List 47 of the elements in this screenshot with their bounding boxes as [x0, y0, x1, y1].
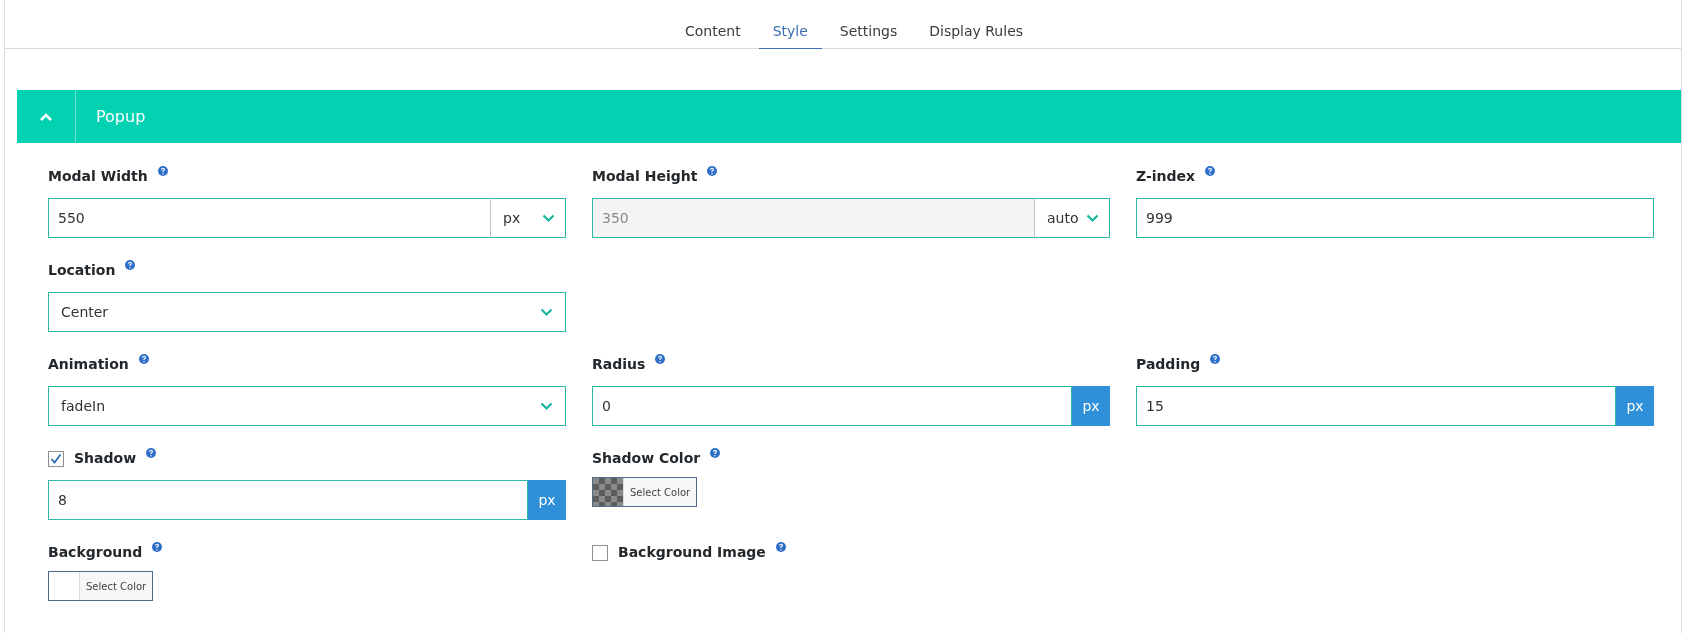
- help-icon[interactable]: [157, 166, 168, 176]
- field-label: Background Image: [618, 544, 766, 560]
- field-label: Shadow Color: [592, 450, 701, 466]
- number-field[interactable]: 550: [48, 198, 491, 238]
- help-icon[interactable]: [152, 542, 163, 552]
- help-icon[interactable]: [775, 542, 786, 552]
- dropdown[interactable]: Center: [48, 292, 566, 332]
- unit-addon: px: [528, 480, 566, 520]
- color-picker-button[interactable]: Select Color: [48, 571, 154, 601]
- unit-dropdown[interactable]: px: [490, 198, 566, 238]
- tab[interactable]: Style: [758, 23, 822, 49]
- checkbox[interactable]: [592, 545, 608, 561]
- help-icon[interactable]: [1205, 166, 1216, 176]
- number-field[interactable]: 8: [48, 480, 528, 520]
- chevron-icon: [542, 213, 555, 223]
- chevron-icon: [540, 401, 553, 411]
- field-label: Padding: [1136, 356, 1201, 372]
- tab[interactable]: Settings: [825, 23, 912, 49]
- color-picker-button[interactable]: Select Color: [592, 477, 698, 507]
- tab[interactable]: Content: [670, 23, 755, 49]
- help-icon[interactable]: [125, 260, 136, 270]
- number-field[interactable]: 999: [1136, 198, 1654, 238]
- field-label: Z-index: [1136, 168, 1196, 184]
- number-field[interactable]: 15: [1136, 386, 1616, 426]
- field-label: Location: [48, 262, 116, 278]
- unit-addon: px: [1616, 386, 1654, 426]
- help-icon[interactable]: [146, 448, 157, 458]
- field-label: Modal Height: [592, 168, 698, 184]
- help-icon[interactable]: [1210, 354, 1221, 364]
- section-title: Popup: [96, 107, 146, 126]
- chevron-icon: [39, 111, 53, 122]
- help-icon[interactable]: [710, 448, 721, 458]
- field-label: Modal Width: [48, 168, 148, 184]
- field-label: Background: [48, 544, 143, 560]
- field-label: Radius: [592, 356, 646, 372]
- help-icon[interactable]: [707, 166, 718, 176]
- checkbox[interactable]: [48, 451, 64, 467]
- help-icon[interactable]: [655, 354, 666, 364]
- chevron-icon: [540, 307, 553, 317]
- help-icon[interactable]: [138, 354, 149, 364]
- field-label: Shadow: [74, 450, 137, 466]
- unit-addon: px: [1072, 386, 1110, 426]
- field-label: Animation: [48, 356, 129, 372]
- chevron-icon: [1086, 213, 1099, 223]
- tab[interactable]: Display Rules: [915, 23, 1038, 49]
- dropdown[interactable]: fadeIn: [48, 386, 566, 426]
- number-field[interactable]: 0: [592, 386, 1072, 426]
